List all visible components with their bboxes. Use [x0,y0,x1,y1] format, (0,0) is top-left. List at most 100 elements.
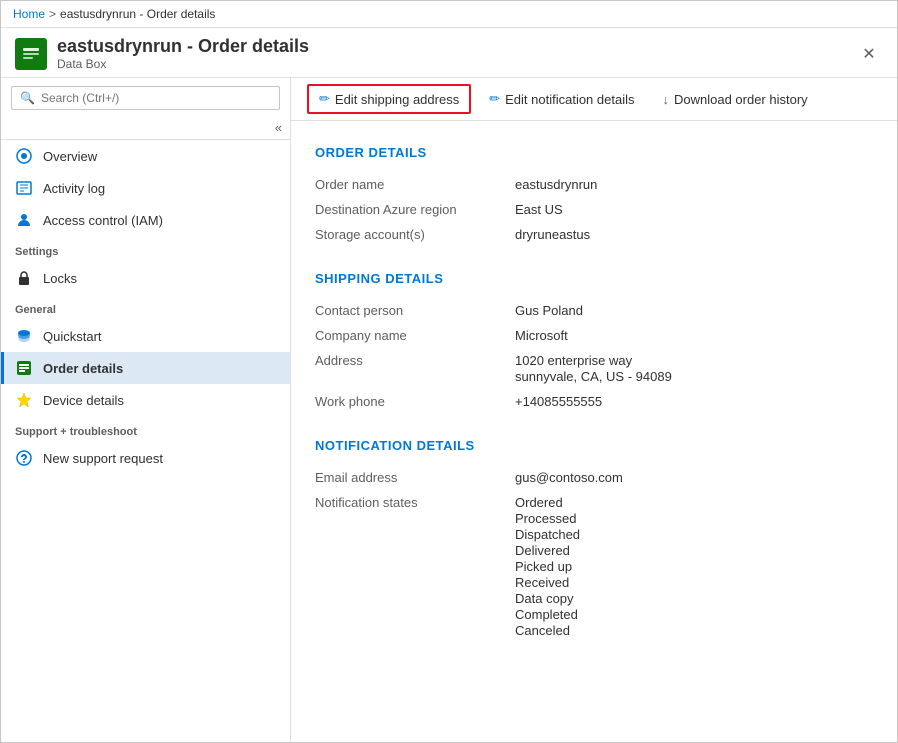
search-box[interactable]: 🔍 [11,86,280,110]
notif-state-completed: Completed [515,607,873,622]
sidebar-item-locks-label: Locks [43,271,77,286]
main-layout: 🔍 « Overview Activity [1,78,897,742]
edit-shipping-button[interactable]: ✏ Edit shipping address [307,84,471,114]
company-name-row: Company name Microsoft [315,323,873,348]
storage-account-row: Storage account(s) dryruneastus [315,222,873,247]
shipping-details-heading: SHIPPING DETAILS [315,271,873,286]
contact-person-label: Contact person [315,303,515,318]
toolbar: ✏ Edit shipping address ✏ Edit notificat… [291,78,897,121]
sidebar-item-order-details[interactable]: Order details [1,352,290,384]
storage-account-label: Storage account(s) [315,227,515,242]
notif-state-data-copy: Data copy [515,591,873,606]
work-phone-label: Work phone [315,394,515,409]
title-icon [15,38,47,70]
title-bar: eastusdrynrun - Order details Data Box ✕ [1,28,897,78]
address-row: Address 1020 enterprise way sunnyvale, C… [315,348,873,389]
sidebar-item-device-details[interactable]: Device details [1,384,290,416]
contact-person-row: Contact person Gus Poland [315,298,873,323]
sidebar-item-iam[interactable]: Access control (IAM) [1,204,290,236]
search-input[interactable] [41,91,271,105]
email-address-row: Email address gus@contoso.com [315,465,873,490]
sidebar-item-new-support-label: New support request [43,451,163,466]
new-support-icon [15,449,33,467]
sidebar-top-nav: Overview Activity log Access control (IA… [1,140,290,236]
active-indicator [1,352,4,384]
sidebar-section-support: Support + troubleshoot New support reque… [1,416,290,474]
page-subtitle: Data Box [57,57,309,71]
sidebar-item-overview-label: Overview [43,149,97,164]
email-address-label: Email address [315,470,515,485]
sidebar-item-new-support[interactable]: New support request [1,442,290,474]
notif-state-picked-up: Picked up [515,559,873,574]
notif-state-dispatched: Dispatched [515,527,873,542]
work-phone-row: Work phone +14085555555 [315,389,873,414]
notif-state-ordered: Ordered [515,495,873,510]
sidebar-item-quickstart-label: Quickstart [43,329,102,344]
order-details-heading: ORDER DETAILS [315,145,873,160]
sidebar-item-activity-log-label: Activity log [43,181,105,196]
iam-icon [15,211,33,229]
edit-notification-button[interactable]: ✏ Edit notification details [479,86,644,112]
notification-states-value: Ordered Processed Dispatched Delivered P… [515,495,873,638]
collapse-sidebar-button[interactable]: « [267,118,290,137]
sidebar-section-settings: Settings Locks [1,236,290,294]
breadcrumb: Home > eastusdrynrun - Order details [1,1,897,28]
close-button[interactable]: ✕ [855,40,883,68]
edit-notification-label: Edit notification details [505,92,634,107]
notif-state-delivered: Delivered [515,543,873,558]
notification-details-heading: NOTIFICATION DETAILS [315,438,873,453]
notif-state-received: Received [515,575,873,590]
overview-icon [15,147,33,165]
order-name-label: Order name [315,177,515,192]
search-icon: 🔍 [20,91,35,105]
edit-shipping-label: Edit shipping address [335,92,459,107]
edit-notification-icon: ✏ [489,91,500,107]
notification-states-label: Notification states [315,495,515,510]
sidebar-item-locks[interactable]: Locks [1,262,290,294]
order-name-row: Order name eastusdrynrun [315,172,873,197]
title-text-group: eastusdrynrun - Order details Data Box [57,36,309,71]
sidebar-item-device-details-label: Device details [43,393,124,408]
sidebar-item-iam-label: Access control (IAM) [43,213,163,228]
company-name-value: Microsoft [515,328,873,343]
download-history-icon: ↓ [662,92,669,107]
storage-account-value: dryruneastus [515,227,873,242]
notification-states-row: Notification states Ordered Processed Di… [315,490,873,643]
breadcrumb-separator: > [49,7,56,21]
sidebar: 🔍 « Overview Activity [1,78,291,742]
order-name-value: eastusdrynrun [515,177,873,192]
address-line1: 1020 enterprise way [515,353,873,368]
sidebar-item-quickstart[interactable]: Quickstart [1,320,290,352]
email-address-value: gus@contoso.com [515,470,873,485]
destination-region-label: Destination Azure region [315,202,515,217]
address-line2: sunnyvale, CA, US - 94089 [515,369,873,384]
notif-state-canceled: Canceled [515,623,873,638]
address-label: Address [315,353,515,368]
details-pane: ORDER DETAILS Order name eastusdrynrun D… [291,121,897,659]
page-title: eastusdrynrun - Order details [57,36,309,57]
contact-person-value: Gus Poland [515,303,873,318]
title-bar-left: eastusdrynrun - Order details Data Box [15,36,309,71]
quickstart-icon [15,327,33,345]
destination-region-value: East US [515,202,873,217]
address-value: 1020 enterprise way sunnyvale, CA, US - … [515,353,873,384]
general-category-label: General [1,294,290,320]
support-category-label: Support + troubleshoot [1,416,290,442]
download-history-button[interactable]: ↓ Download order history [652,87,817,112]
work-phone-value: +14085555555 [515,394,873,409]
edit-shipping-icon: ✏ [319,91,330,107]
order-details-icon [15,359,33,377]
settings-category-label: Settings [1,236,290,262]
activity-log-icon [15,179,33,197]
sidebar-item-order-details-label: Order details [43,361,123,376]
sidebar-item-activity-log[interactable]: Activity log [1,172,290,204]
download-history-label: Download order history [674,92,808,107]
main-window: Home > eastusdrynrun - Order details eas… [0,0,898,743]
sidebar-section-general: General Quickstart Order details [1,294,290,416]
content-pane: ✏ Edit shipping address ✏ Edit notificat… [291,78,897,742]
notif-state-processed: Processed [515,511,873,526]
breadcrumb-home[interactable]: Home [13,7,45,21]
sidebar-item-overview[interactable]: Overview [1,140,290,172]
destination-region-row: Destination Azure region East US [315,197,873,222]
breadcrumb-current: eastusdrynrun - Order details [60,7,215,21]
